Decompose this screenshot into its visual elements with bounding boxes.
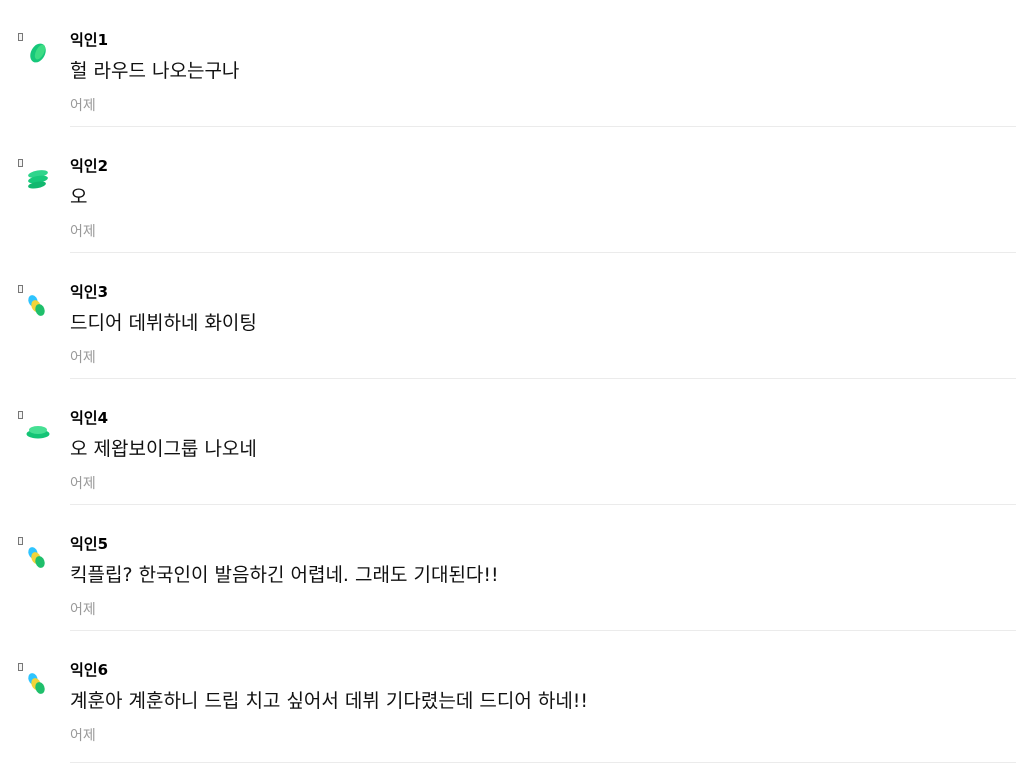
broken-image-icon	[18, 663, 23, 671]
comment-text: 계훈아 계훈하니 드립 치고 싶어서 데뷔 기다렸는데 드디어 하네!!	[70, 690, 589, 712]
broken-image-icon	[18, 537, 23, 545]
broken-image-icon	[18, 411, 23, 419]
colorful-bubbles-icon[interactable]	[24, 670, 52, 698]
broken-image-icon	[18, 159, 23, 167]
comment-timestamp: 어제	[70, 476, 96, 492]
comment-timestamp: 어제	[70, 350, 96, 366]
comment-nickname[interactable]: 익인3	[70, 282, 108, 302]
green-leaf-icon[interactable]	[24, 40, 52, 68]
comment-timestamp: 어제	[70, 602, 96, 618]
comment-nickname[interactable]: 익인5	[70, 534, 108, 554]
green-stack-icon[interactable]	[24, 166, 52, 194]
broken-image-icon	[18, 33, 23, 41]
comment-content: 익인5 킥플립? 한국인이 발음하긴 어렵네. 그래도 기대된다!! 어제	[70, 504, 1016, 631]
comment-timestamp: 어제	[70, 728, 96, 744]
comment-nickname[interactable]: 익인6	[70, 660, 108, 680]
comment-text: 헐 라우드 나오는구나	[70, 60, 240, 82]
comment-text: 드디어 데뷔하네 화이팅	[70, 312, 257, 334]
comment-timestamp: 어제	[70, 98, 96, 114]
colorful-bubbles-icon[interactable]	[24, 544, 52, 572]
comment-content: 익인2 오 어제	[70, 126, 1016, 253]
comment-text: 오	[70, 186, 88, 208]
comment-content: 익인1 헐 라우드 나오는구나 어제	[70, 0, 1016, 127]
comment-timestamp: 어제	[70, 224, 96, 240]
broken-image-icon	[18, 285, 23, 293]
colorful-bubbles-icon[interactable]	[24, 292, 52, 320]
comment-content: 익인4 오 제왑보이그룹 나오네 어제	[70, 378, 1016, 505]
comment-item: 익인6 계훈아 계훈하니 드립 치고 싶어서 데뷔 기다렸는데 드디어 하네!!…	[0, 630, 1016, 763]
green-cushion-icon[interactable]	[24, 418, 52, 446]
comment-item: 익인4 오 제왑보이그룹 나오네 어제	[0, 378, 1016, 505]
comment-item: 익인3 드디어 데뷔하네 화이팅 어제	[0, 252, 1016, 379]
comment-nickname[interactable]: 익인1	[70, 30, 108, 50]
comment-item: 익인2 오 어제	[0, 126, 1016, 253]
comment-text: 오 제왑보이그룹 나오네	[70, 438, 257, 460]
comment-content: 익인3 드디어 데뷔하네 화이팅 어제	[70, 252, 1016, 379]
comment-item: 익인5 킥플립? 한국인이 발음하긴 어렵네. 그래도 기대된다!! 어제	[0, 504, 1016, 631]
comment-nickname[interactable]: 익인4	[70, 408, 108, 428]
comment-divider	[70, 762, 1016, 763]
comment-nickname[interactable]: 익인2	[70, 156, 108, 176]
comment-item: 익인1 헐 라우드 나오는구나 어제	[0, 0, 1016, 127]
comment-content: 익인6 계훈아 계훈하니 드립 치고 싶어서 데뷔 기다렸는데 드디어 하네!!…	[70, 630, 1016, 763]
comment-list: 익인1 헐 라우드 나오는구나 어제 익인2 오 어제 익인3 드디어 데뷔하네…	[0, 0, 1016, 777]
comment-text: 킥플립? 한국인이 발음하긴 어렵네. 그래도 기대된다!!	[70, 564, 499, 586]
